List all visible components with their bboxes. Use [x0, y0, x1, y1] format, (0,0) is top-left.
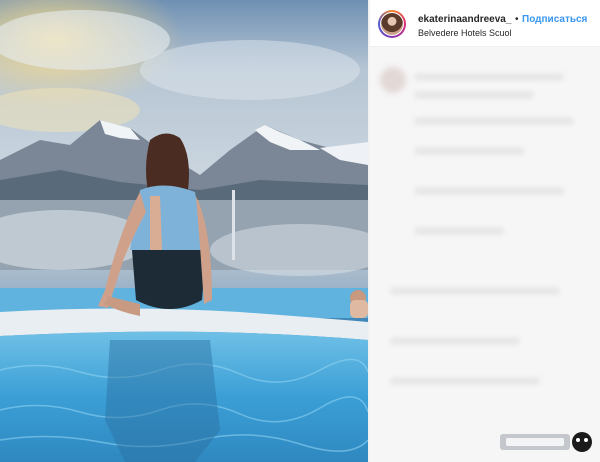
blurred-line — [414, 147, 524, 155]
photo-scene — [0, 0, 368, 462]
blurred-line — [414, 117, 574, 125]
blurred-avatar — [380, 67, 406, 93]
avatar-image — [381, 13, 403, 35]
blurred-line — [390, 287, 560, 295]
post-photo[interactable] — [0, 0, 368, 462]
follow-button[interactable]: Подписаться — [522, 14, 587, 25]
blurred-line — [414, 187, 564, 195]
username-link[interactable]: ekaterinaandreeva_ — [418, 14, 511, 25]
blurred-line — [414, 91, 534, 99]
blurred-comments-area — [370, 47, 600, 462]
separator-dot: • — [515, 14, 519, 25]
location-link[interactable]: Belvedere Hotels Scuol — [418, 28, 512, 38]
blurred-line — [390, 337, 520, 345]
avatar[interactable] — [378, 10, 406, 38]
blurred-line — [414, 73, 564, 81]
blurred-line — [390, 377, 540, 385]
post-side-panel: ekaterinaandreeva_ • Подписаться Belvede… — [370, 0, 600, 462]
avatar-frame — [380, 12, 404, 36]
site-logo-watermark — [500, 432, 592, 452]
blurred-line — [414, 227, 504, 235]
post-header: ekaterinaandreeva_ • Подписаться Belvede… — [370, 0, 600, 47]
